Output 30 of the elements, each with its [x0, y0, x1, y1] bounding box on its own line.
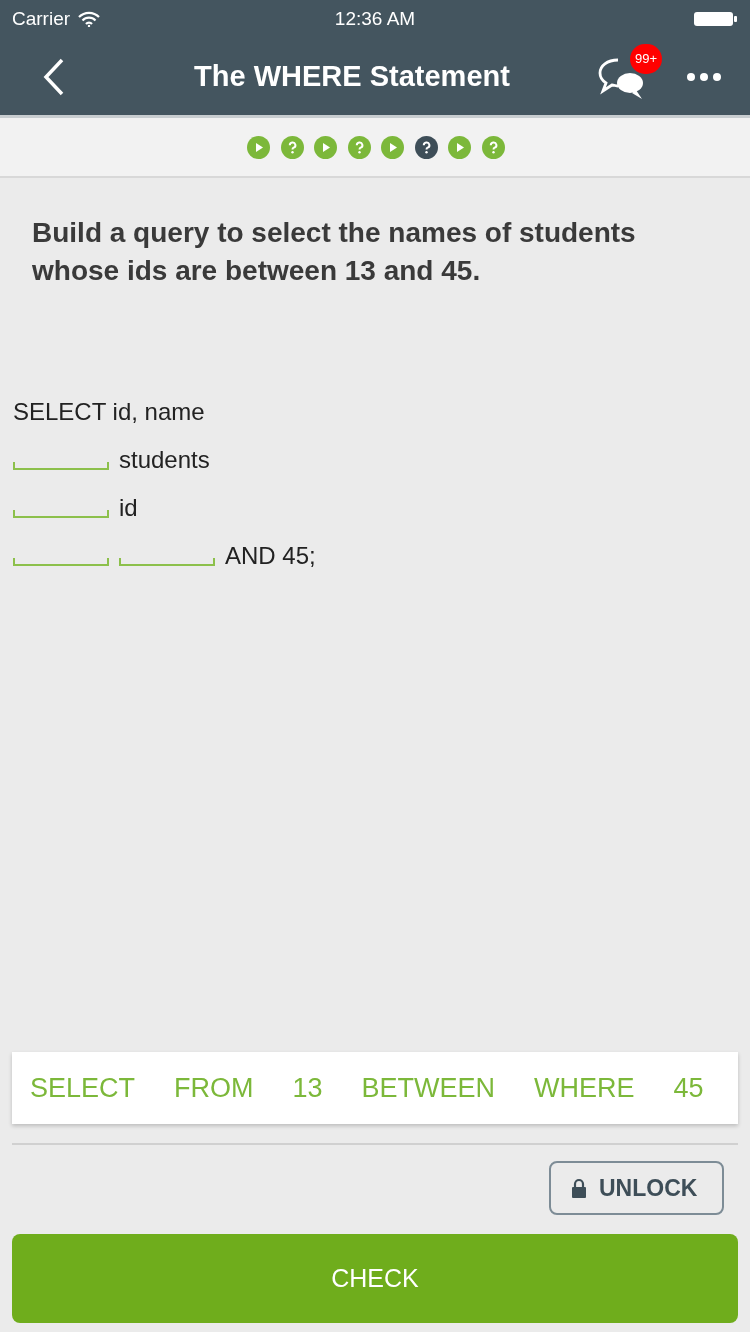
clock-time: 12:36 AM: [334, 8, 416, 30]
screen-title: The WHERE Statement: [193, 60, 511, 93]
word-chip[interactable]: SELECT: [30, 1072, 155, 1104]
code-text: id: [119, 494, 138, 522]
code-text: SELECT id, name: [13, 398, 205, 426]
play-step-icon[interactable]: [247, 135, 271, 159]
word-chip[interactable]: WHERE: [534, 1072, 654, 1104]
play-step-icon[interactable]: [381, 135, 405, 159]
word-chip[interactable]: 45: [673, 1072, 723, 1104]
lock-icon: [571, 1178, 587, 1198]
fill-in-line[interactable]: [13, 462, 109, 470]
battery-icon: [694, 10, 738, 28]
play-step-icon[interactable]: [448, 135, 472, 159]
wifi-icon: [78, 11, 101, 27]
word-chip[interactable]: 13: [292, 1072, 342, 1104]
carrier-label: Carrier: [12, 8, 71, 30]
fill-in-line[interactable]: [13, 510, 109, 518]
notification-badge: 99+: [630, 43, 662, 74]
play-step-icon[interactable]: [314, 135, 338, 159]
more-icon[interactable]: [686, 71, 722, 82]
question-text: Build a query to select the names of students whose ids are between 13 and 45.: [32, 216, 637, 288]
fill-in-line[interactable]: [119, 558, 215, 566]
check-button[interactable]: CHECK: [12, 1234, 738, 1323]
unlock-button[interactable]: UNLOCK: [549, 1161, 724, 1215]
code-text: students: [119, 446, 210, 474]
word-chip[interactable]: BETWEEN: [361, 1072, 515, 1104]
fill-in-line[interactable]: [13, 558, 109, 566]
word-chip[interactable]: FROM: [174, 1072, 273, 1104]
question-step-icon[interactable]: [414, 135, 438, 159]
code-text: AND 45;: [225, 542, 316, 570]
